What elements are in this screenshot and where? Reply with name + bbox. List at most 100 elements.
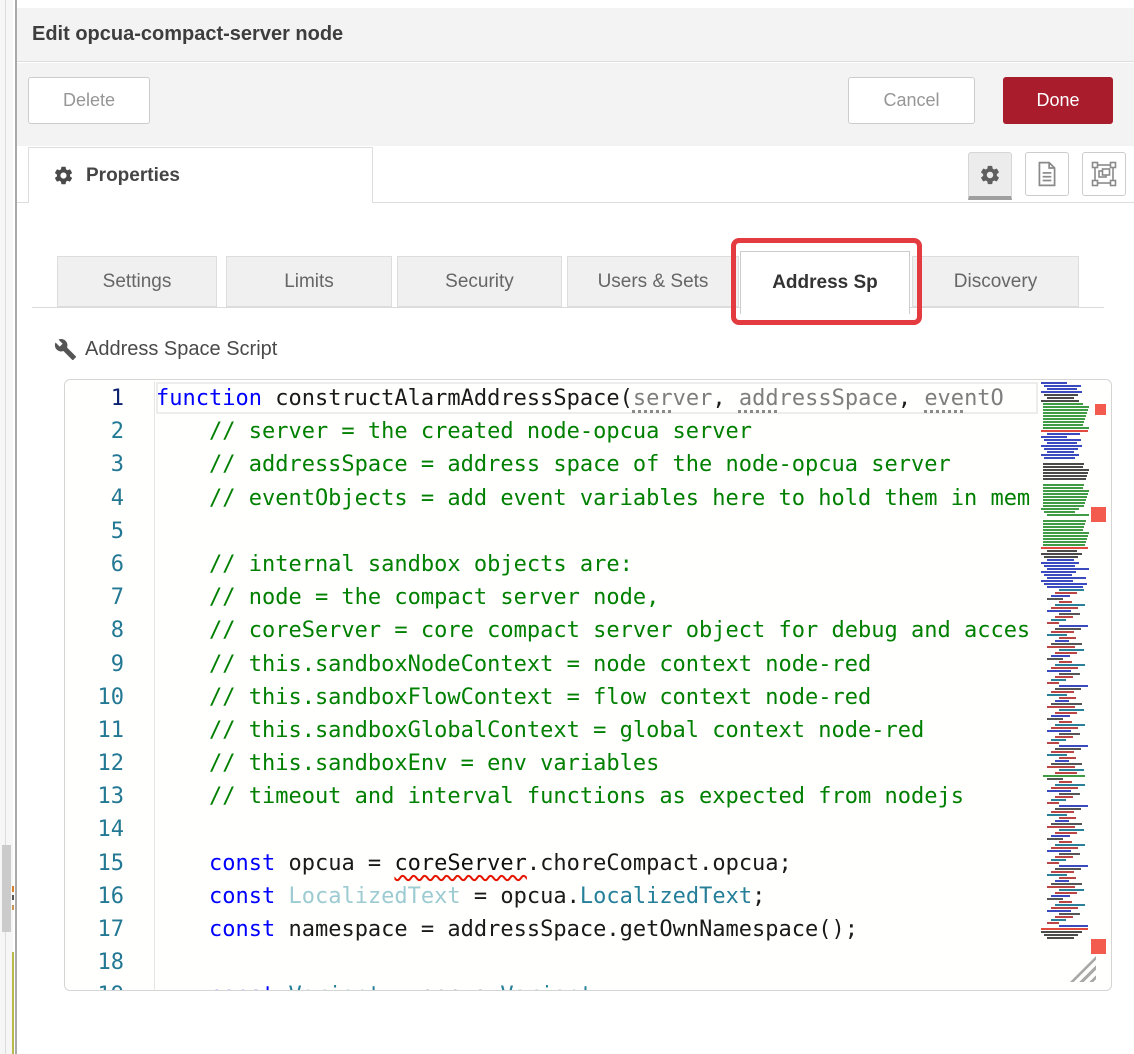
minimap-row	[1047, 838, 1063, 840]
tab-limits[interactable]: Limits	[226, 256, 392, 307]
appearance-view-button[interactable]	[1082, 152, 1126, 196]
cancel-button[interactable]: Cancel	[848, 77, 975, 124]
code-editor[interactable]: 12345678910111213141516171819 function c…	[64, 379, 1112, 991]
minimap-row	[1041, 571, 1076, 573]
tab-discovery[interactable]: Discovery	[912, 256, 1079, 307]
minimap-row	[1043, 487, 1083, 489]
code-area[interactable]: function constructAlarmAddressSpace(serv…	[156, 382, 1040, 990]
error-marker[interactable]	[1091, 507, 1106, 522]
code-token: .choreCompact.opcua;	[527, 851, 792, 876]
line-number: 8	[65, 614, 154, 647]
minimap-row	[1055, 904, 1085, 906]
code-line[interactable]: const namespace = addressSpace.getOwnNam…	[156, 913, 1040, 946]
code-line[interactable]: // internal sandbox objects are:	[156, 548, 1040, 581]
minimap-row	[1047, 634, 1067, 636]
properties-view-button[interactable]	[968, 152, 1012, 200]
minimap-row	[1043, 406, 1089, 408]
minimap-row	[1051, 703, 1082, 705]
minimap-row	[1047, 802, 1059, 804]
code-line[interactable]: const opcua = coreServer.choreCompact.op…	[156, 847, 1040, 880]
minimap-row	[1059, 673, 1080, 675]
done-button[interactable]: Done	[1003, 77, 1113, 124]
page-scrollbar-thumb[interactable]	[2, 845, 11, 932]
tab-users-sets[interactable]: Users & Sets	[567, 256, 739, 307]
line-number: 17	[65, 913, 154, 946]
code-line[interactable]: // timeout and interval functions as exp…	[156, 780, 1040, 813]
tab-settings[interactable]: Settings	[57, 256, 217, 307]
code-line[interactable]: // this.sandboxGlobalContext = global co…	[156, 714, 1040, 747]
minimap-row	[1043, 490, 1089, 492]
code-line[interactable]: // eventObjects = add event variables he…	[156, 482, 1040, 515]
code-line[interactable]: // addressSpace = address space of the n…	[156, 448, 1040, 481]
code-token: // coreServer = core compact server obje…	[156, 618, 1030, 643]
code-line[interactable]	[156, 946, 1040, 979]
delete-button[interactable]: Delete	[28, 77, 150, 124]
wrench-icon	[54, 338, 77, 361]
code-token: const	[209, 917, 275, 942]
minimap-row	[1043, 526, 1084, 528]
minimap-row	[1043, 532, 1089, 534]
tab-address-sp[interactable]: Address Sp	[740, 251, 910, 314]
minimap-row	[1043, 463, 1084, 465]
minimap-row	[1047, 850, 1071, 852]
code-line[interactable]: function constructAlarmAddressSpace(serv…	[156, 382, 1040, 415]
minimap-row	[1059, 889, 1084, 891]
line-number: 7	[65, 581, 154, 614]
tab-properties[interactable]: Properties	[28, 147, 373, 203]
minimap-row	[1059, 697, 1076, 699]
code-token: namespace = addressSpace.getOwnNamespace…	[275, 917, 858, 942]
minimap-row	[1047, 874, 1067, 876]
code-line[interactable]: const Variant = opcua.Variant;	[156, 979, 1040, 990]
code-line[interactable]: const LocalizedText = opcua.LocalizedTex…	[156, 880, 1040, 913]
code-line[interactable]	[156, 813, 1040, 846]
code-token: // this.sandboxNodeContext = node contex…	[156, 652, 871, 677]
code-line[interactable]: // this.sandboxNodeContext = node contex…	[156, 648, 1040, 681]
description-view-button[interactable]	[1025, 152, 1069, 196]
code-token: constructAlarmAddressSpace(	[262, 386, 633, 411]
code-token: // this.sandboxGlobalContext = global co…	[156, 718, 924, 743]
code-line[interactable]: // coreServer = core compact server obje…	[156, 614, 1040, 647]
minimap-row	[1051, 787, 1078, 789]
minimap-row	[1055, 760, 1069, 762]
minimap-row	[1055, 892, 1077, 894]
minimap-row	[1044, 457, 1075, 459]
minimap-row	[1055, 808, 1081, 810]
minimap-row	[1043, 538, 1087, 540]
error-marker[interactable]	[1095, 404, 1106, 415]
tab-security[interactable]: Security	[397, 256, 562, 307]
minimap-row	[1047, 826, 1075, 828]
minimap-row	[1041, 382, 1067, 384]
minimap-row	[1047, 742, 1059, 744]
code-line[interactable]: // this.sandboxEnv = env variables	[156, 747, 1040, 780]
code-token: ;	[593, 983, 606, 990]
minimap-row	[1043, 427, 1089, 429]
minimap-row	[1047, 730, 1071, 732]
code-line[interactable]: // this.sandboxFlowContext = flow contex…	[156, 681, 1040, 714]
minimap[interactable]	[1041, 382, 1095, 982]
minimap-row	[1055, 628, 1081, 630]
code-line[interactable]: // server = the created node-opcua serve…	[156, 415, 1040, 448]
minimap-row	[1051, 847, 1078, 849]
minimap-row	[1043, 496, 1087, 498]
minimap-row	[1043, 505, 1084, 507]
code-token: opcua =	[275, 851, 394, 876]
minimap-row	[1041, 400, 1079, 402]
minimap-row	[1043, 499, 1086, 501]
minimap-row	[1047, 559, 1074, 561]
gear-icon	[979, 164, 1001, 186]
error-marker[interactable]	[1091, 939, 1106, 954]
code-line[interactable]	[156, 515, 1040, 548]
minimap-row	[1051, 739, 1066, 741]
minimap-row	[1047, 622, 1059, 624]
code-token: ntO	[964, 386, 1004, 411]
minimap-row	[1051, 799, 1066, 801]
code-line[interactable]: // node = the compact server node,	[156, 581, 1040, 614]
line-number: 6	[65, 548, 154, 581]
minimap-row	[1044, 394, 1078, 396]
code-token: // this.sandboxFlowContext = flow contex…	[156, 685, 871, 710]
edge-tick	[12, 886, 14, 892]
minimap-row	[1047, 682, 1059, 684]
minimap-row	[1051, 811, 1074, 813]
minimap-row	[1047, 898, 1063, 900]
minimap-row	[1044, 934, 1078, 936]
